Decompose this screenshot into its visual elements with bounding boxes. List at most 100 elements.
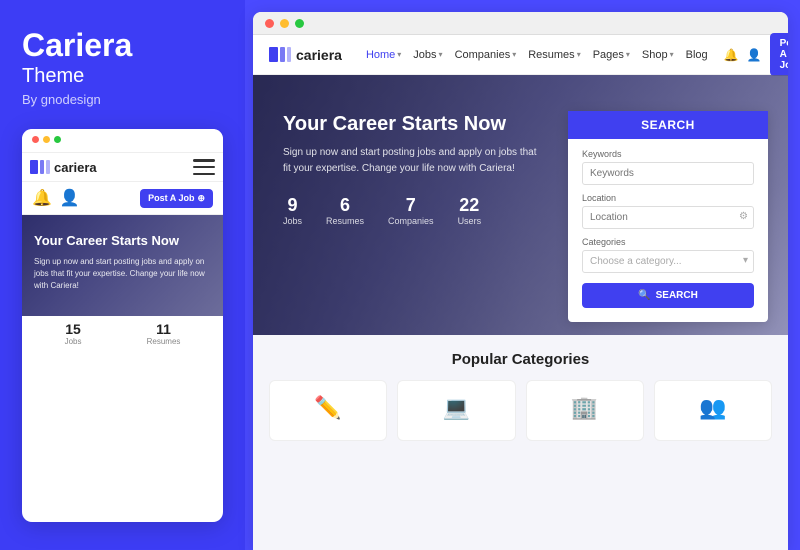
mobile-dot-green [54,136,61,143]
left-panel: Cariera Theme By gnodesign cariera [0,0,245,550]
mobile-post-job-icon: ⊕ [197,193,205,204]
hero-stats: 9 Jobs 6 Resumes 7 Companies 22 Users [283,195,548,226]
ham-line-3 [193,173,215,176]
mobile-stat-resumes-label: Resumes [147,337,181,346]
category-card-3[interactable]: 👥 [654,380,772,441]
mobile-stat-jobs-label: Jobs [65,337,82,346]
location-label: Location [582,193,754,203]
popular-section-title: Popular Categories [269,351,772,368]
hero-stat-users-num: 22 [458,195,482,216]
mobile-post-job-label: Post A Job [148,193,194,203]
nav-chevron-home: ▾ [397,50,401,59]
hero-content: Your Career Starts Now Sign up now and s… [253,75,788,322]
website-nav: cariera Home ▾ Jobs ▾ Companies ▾ Resume… [253,35,788,75]
mobile-stat-jobs-num: 15 [65,321,82,337]
nav-link-home[interactable]: Home ▾ [366,49,401,61]
search-button[interactable]: 🔍 SEARCH [582,283,754,308]
category-card-1[interactable]: 💻 [397,380,515,441]
hero-text: Your Career Starts Now Sign up now and s… [283,111,548,322]
category-card-0[interactable]: ✏️ [269,380,387,441]
nav-chevron-jobs: ▾ [439,50,443,59]
nav-link-resumes[interactable]: Resumes ▾ [528,49,580,61]
hero-stat-resumes-label: Resumes [326,216,364,226]
website-hero: Your Career Starts Now Sign up now and s… [253,75,788,335]
nav-chevron-pages: ▾ [626,50,630,59]
category-icon-0: ✏️ [278,395,378,421]
location-icon: ⚙ [739,211,748,222]
mobile-hamburger-icon[interactable] [193,159,215,175]
hero-stat-users-label: Users [458,216,482,226]
ham-line-2 [193,166,215,169]
brand-by: By gnodesign [22,92,223,107]
search-panel: SEARCH Keywords Location ⚙ Categories Ch… [568,111,768,322]
mobile-user-icon[interactable]: 👤 [60,188,80,208]
mobile-post-job-button[interactable]: Post A Job ⊕ [140,189,213,208]
nav-chevron-shop: ▾ [670,50,674,59]
nav-link-companies[interactable]: Companies ▾ [455,49,517,61]
categories-grid: ✏️ 💻 🏢 👥 [269,380,772,441]
nav-chevron-companies: ▾ [512,50,516,59]
nav-user-icon[interactable]: 👤 [747,48,762,62]
mobile-logo-icon [30,160,50,174]
mobile-top-bar [22,129,223,153]
browser-dot-red [265,19,274,28]
mobile-window-dots [32,136,213,143]
nav-post-job-button[interactable]: Post A Job ⊕ [770,33,788,76]
mobile-stat-resumes-num: 11 [147,321,181,337]
hero-stat-resumes: 6 Resumes [326,195,364,226]
hero-stat-jobs-label: Jobs [283,216,302,226]
mobile-dot-red [32,136,39,143]
nav-link-shop[interactable]: Shop ▾ [642,49,674,61]
right-panel: cariera Home ▾ Jobs ▾ Companies ▾ Resume… [253,12,788,550]
hero-stat-jobs: 9 Jobs [283,195,302,226]
categories-label: Categories [582,237,754,247]
search-button-label: SEARCH [656,290,698,301]
mobile-nav: cariera [22,153,223,182]
hero-stat-companies-num: 7 [388,195,434,216]
nav-link-jobs[interactable]: Jobs ▾ [413,49,442,61]
brand-subtitle: Theme [22,65,223,88]
location-field: ⚙ [582,206,754,237]
mobile-hero: Your Career Starts Now Sign up now and s… [22,215,223,316]
mobile-hero-subtitle: Sign up now and start posting jobs and a… [34,256,211,292]
hero-stat-companies-label: Companies [388,216,434,226]
hero-subtitle: Sign up now and start posting jobs and a… [283,145,543,177]
nav-logo-text: cariera [296,47,342,63]
ham-line-1 [193,159,215,162]
nav-chevron-resumes: ▾ [577,50,581,59]
search-button-icon: 🔍 [638,290,650,301]
mobile-stat-jobs: 15 Jobs [65,321,82,346]
mobile-preview: cariera 🔔 👤 Post A Job ⊕ Your Career S [22,129,223,522]
category-card-2[interactable]: 🏢 [526,380,644,441]
mobile-icons-left: 🔔 👤 [32,188,80,208]
mobile-footer-stats: 15 Jobs 11 Resumes [22,316,223,351]
hero-stat-jobs-num: 9 [283,195,302,216]
mobile-logo: cariera [30,160,97,175]
categories-select[interactable]: Choose a category... [582,250,754,273]
browser-dot-yellow [280,19,289,28]
nav-link-pages[interactable]: Pages ▾ [593,49,630,61]
mobile-bell-icon[interactable]: 🔔 [32,188,52,208]
mobile-hero-content: Your Career Starts Now Sign up now and s… [34,233,211,292]
keywords-label: Keywords [582,149,754,159]
keywords-input[interactable] [582,162,754,185]
location-input[interactable] [582,206,754,229]
categories-field: Choose a category... ▾ [582,250,754,283]
nav-link-blog[interactable]: Blog [686,49,708,61]
category-icon-2: 🏢 [535,395,635,421]
hero-stat-resumes-num: 6 [326,195,364,216]
nav-logo: cariera [269,47,342,63]
mobile-logo-text: cariera [54,160,97,175]
nav-logo-icon [269,47,291,62]
popular-section: Popular Categories ✏️ 💻 🏢 👥 [253,335,788,550]
browser-chrome [253,12,788,35]
hero-title: Your Career Starts Now [283,111,548,137]
browser-dot-green [295,19,304,28]
category-icon-1: 💻 [406,395,506,421]
hero-stat-users: 22 Users [458,195,482,226]
nav-bell-icon[interactable]: 🔔 [724,48,739,62]
mobile-dot-yellow [43,136,50,143]
nav-links: Home ▾ Jobs ▾ Companies ▾ Resumes ▾ Page… [366,49,708,61]
mobile-hero-title: Your Career Starts Now [34,233,211,250]
search-panel-title: SEARCH [568,111,768,139]
